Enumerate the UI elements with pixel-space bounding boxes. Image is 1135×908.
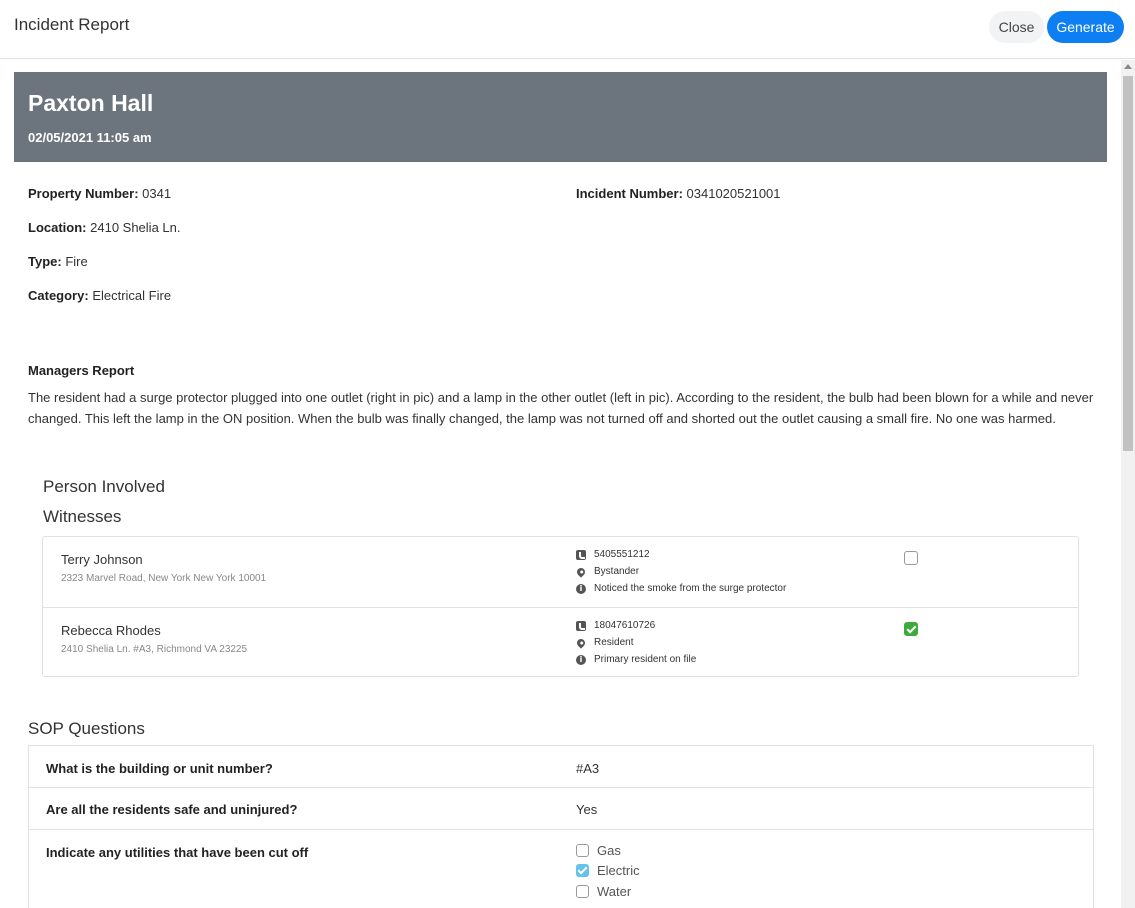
- witness-role-value: Bystander: [594, 566, 640, 577]
- phone-icon: [576, 620, 586, 631]
- witness-list: Terry Johnson 2323 Marvel Road, New York…: [42, 536, 1079, 677]
- witness-checkbox[interactable]: [904, 551, 918, 565]
- witness-phone-value: 5405551212: [594, 549, 650, 560]
- phone-icon: [576, 549, 586, 560]
- property-number-label: Property Number:: [28, 186, 139, 201]
- utility-option-label: Electric: [597, 863, 640, 878]
- witness-phone-value: 18047610726: [594, 620, 656, 631]
- witness-role-value: Resident: [594, 637, 634, 648]
- incident-number-field: Incident Number: 0341020521001: [576, 186, 781, 201]
- witness-role: Bystander: [575, 565, 640, 578]
- category-value: Electrical Fire: [92, 288, 172, 303]
- info-circle-icon: i: [576, 654, 586, 665]
- report-body[interactable]: Paxton Hall 02/05/2021 11:05 am Property…: [0, 60, 1135, 908]
- gas-checkbox[interactable]: [576, 844, 589, 857]
- map-marker-icon: [575, 565, 587, 578]
- electric-checkbox[interactable]: [576, 864, 589, 877]
- witness-phone: 5405551212: [576, 549, 650, 560]
- utility-option-gas[interactable]: Gas: [576, 843, 621, 858]
- witness-note-value: Noticed the smoke from the surge protect…: [594, 583, 787, 594]
- witnesses-heading: Witnesses: [43, 507, 122, 526]
- witness-address: 2323 Marvel Road, New York New York 1000…: [61, 573, 267, 584]
- witness-address: 2410 Shelia Ln. #A3, Richmond VA 23225: [61, 644, 248, 655]
- utility-option-electric[interactable]: Electric: [576, 863, 640, 878]
- modal-header: Incident Report Close Generate: [0, 0, 1135, 59]
- location-value: 2410 Shelia Ln.: [90, 220, 181, 235]
- witness-name: Terry Johnson: [61, 552, 143, 567]
- incident-datetime: 02/05/2021 11:05 am: [28, 130, 152, 145]
- sop-heading: SOP Questions: [28, 719, 145, 738]
- utility-option-label: Water: [597, 884, 632, 899]
- type-value: Fire: [65, 254, 88, 269]
- sop-row: What is the building or unit number? #A3: [29, 746, 1093, 788]
- sop-question: Indicate any utilities that have been cu…: [46, 845, 309, 860]
- scroll-up-arrow-icon[interactable]: [1124, 64, 1132, 69]
- modal-title: Incident Report: [14, 15, 130, 34]
- report-banner: Paxton Hall 02/05/2021 11:05 am: [14, 72, 1107, 162]
- witness-note: i Primary resident on file: [576, 654, 696, 665]
- category-field: Category: Electrical Fire: [28, 288, 171, 303]
- type-field: Type: Fire: [28, 254, 88, 269]
- scrollbar-thumb[interactable]: [1123, 76, 1133, 451]
- incident-number-value: 0341020521001: [686, 186, 781, 201]
- close-button[interactable]: Close: [989, 11, 1044, 43]
- location-field: Location: 2410 Shelia Ln.: [28, 220, 180, 235]
- managers-report-text: The resident had a surge protector plugg…: [28, 390, 1094, 426]
- witness-role: Resident: [575, 636, 634, 649]
- water-checkbox[interactable]: [576, 885, 589, 898]
- sop-question: Are all the residents safe and uninjured…: [46, 802, 298, 817]
- utility-option-label: Gas: [597, 843, 621, 858]
- type-label: Type:: [28, 254, 62, 269]
- vertical-scrollbar[interactable]: [1121, 60, 1135, 908]
- sop-question: What is the building or unit number?: [46, 761, 273, 776]
- map-marker-icon: [575, 636, 587, 649]
- info-circle-icon: i: [576, 583, 586, 594]
- location-label: Location:: [28, 220, 87, 235]
- property-number-field: Property Number: 0341: [28, 186, 171, 201]
- sop-row: Are all the residents safe and uninjured…: [29, 788, 1093, 830]
- managers-report-heading: Managers Report: [28, 363, 135, 378]
- witness-row: Terry Johnson 2323 Marvel Road, New York…: [43, 537, 1078, 607]
- sop-answer: #A3: [576, 761, 600, 776]
- incident-number-label: Incident Number:: [576, 186, 683, 201]
- category-label: Category:: [28, 288, 89, 303]
- property-name: Paxton Hall: [28, 90, 154, 116]
- witness-note: i Noticed the smoke from the surge prote…: [576, 583, 786, 594]
- witness-phone: 18047610726: [576, 620, 655, 631]
- sop-table: What is the building or unit number? #A3…: [28, 745, 1094, 908]
- utility-option-water[interactable]: Water: [576, 884, 631, 899]
- property-number-value: 0341: [142, 186, 172, 201]
- sop-answer: Yes: [576, 802, 598, 817]
- witness-row: Rebecca Rhodes 2410 Shelia Ln. #A3, Rich…: [43, 607, 1078, 677]
- witness-name: Rebecca Rhodes: [61, 623, 161, 638]
- person-involved-heading: Person Involved: [43, 477, 165, 496]
- sop-row: Indicate any utilities that have been cu…: [29, 830, 1093, 908]
- generate-button[interactable]: Generate: [1047, 11, 1124, 43]
- witness-checkbox[interactable]: [904, 622, 918, 636]
- witness-note-value: Primary resident on file: [594, 654, 697, 665]
